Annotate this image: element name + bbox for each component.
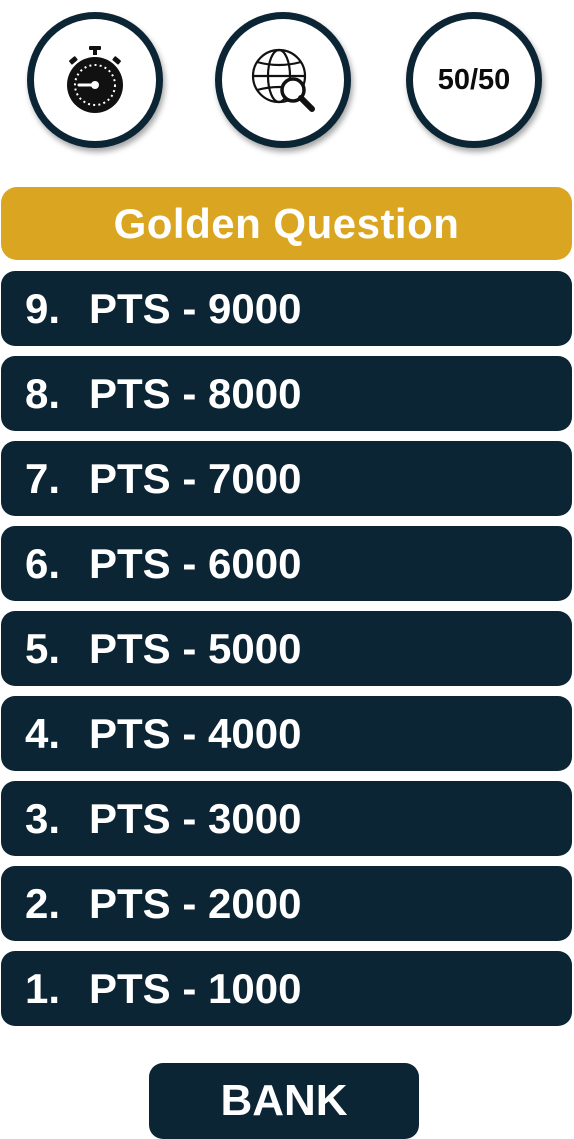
rung-number: 9. bbox=[25, 284, 61, 332]
rung-points: PTS - 8000 bbox=[89, 369, 302, 417]
globe-search-icon bbox=[249, 46, 317, 114]
golden-question-button[interactable]: Golden Question bbox=[1, 187, 572, 260]
fifty-fifty-label: 50/50 bbox=[437, 63, 511, 96]
ladder-rung-7[interactable]: 7. PTS - 7000 bbox=[1, 441, 572, 516]
rung-points: PTS - 4000 bbox=[89, 709, 302, 757]
ladder-rung-8[interactable]: 8. PTS - 8000 bbox=[1, 356, 572, 431]
rung-points: PTS - 7000 bbox=[89, 454, 302, 502]
rung-number: 4. bbox=[25, 709, 61, 757]
rung-points: PTS - 1000 bbox=[89, 964, 302, 1012]
ladder-rung-3[interactable]: 3. PTS - 3000 bbox=[1, 781, 572, 856]
globe-search-lifeline-button[interactable] bbox=[215, 12, 351, 148]
rung-points: PTS - 5000 bbox=[89, 624, 302, 672]
ladder-rung-6[interactable]: 6. PTS - 6000 bbox=[1, 526, 572, 601]
ladder-rung-1[interactable]: 1. PTS - 1000 bbox=[1, 951, 572, 1026]
ladder-rung-5[interactable]: 5. PTS - 5000 bbox=[1, 611, 572, 686]
ladder-rung-9[interactable]: 9. PTS - 9000 bbox=[1, 271, 572, 346]
rung-number: 8. bbox=[25, 369, 61, 417]
bank-button[interactable]: BANK bbox=[149, 1063, 419, 1139]
rung-points: PTS - 3000 bbox=[89, 794, 302, 842]
rung-number: 7. bbox=[25, 454, 61, 502]
points-ladder: 9. PTS - 9000 8. PTS - 8000 7. PTS - 700… bbox=[0, 271, 574, 1036]
rung-number: 5. bbox=[25, 624, 61, 672]
rung-points: PTS - 2000 bbox=[89, 879, 302, 927]
ladder-rung-4[interactable]: 4. PTS - 4000 bbox=[1, 696, 572, 771]
timer-lifeline-button[interactable] bbox=[27, 12, 163, 148]
rung-number: 1. bbox=[25, 964, 61, 1012]
rung-points: PTS - 6000 bbox=[89, 539, 302, 587]
rung-number: 2. bbox=[25, 879, 61, 927]
rung-number: 3. bbox=[25, 794, 61, 842]
stopwatch-icon bbox=[63, 44, 127, 116]
fifty-fifty-lifeline-button[interactable]: 50/50 bbox=[406, 12, 542, 148]
rung-points: PTS - 9000 bbox=[89, 284, 302, 332]
rung-number: 6. bbox=[25, 539, 61, 587]
ladder-rung-2[interactable]: 2. PTS - 2000 bbox=[1, 866, 572, 941]
